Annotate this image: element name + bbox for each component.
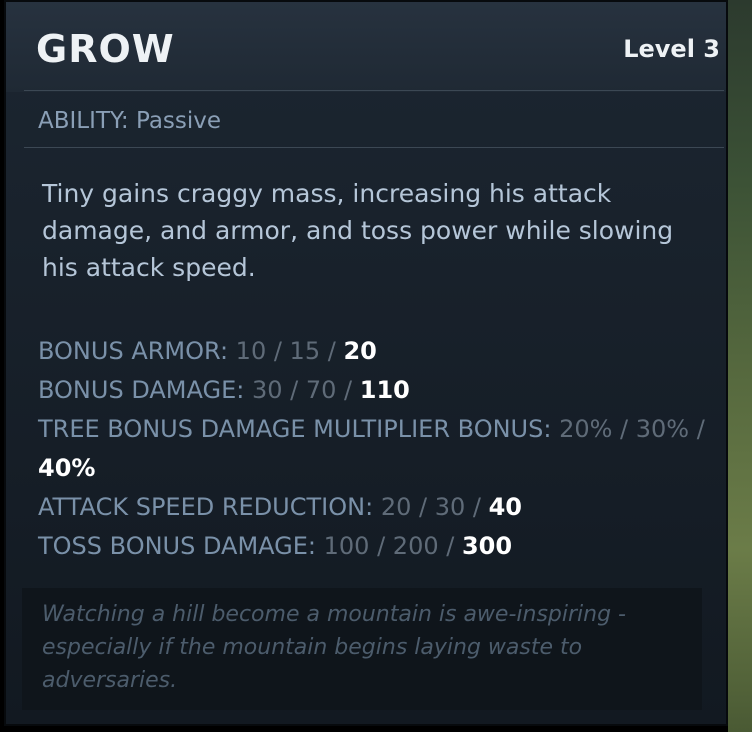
stat-label: BONUS ARMOR: <box>38 337 229 365</box>
stat-row-tree-bonus-damage-multiplier: TREE BONUS DAMAGE MULTIPLIER BONUS: 20% … <box>38 410 728 488</box>
header-divider <box>24 90 724 91</box>
stat-current-value: 40 <box>488 493 522 521</box>
stat-values: 10 / 15 / <box>235 337 336 365</box>
stat-row-bonus-armor: BONUS ARMOR: 10 / 15 / 20 <box>38 332 728 371</box>
lore-text: Watching a hill become a mountain is awe… <box>42 602 626 693</box>
stat-row-attack-speed-reduction: ATTACK SPEED REDUCTION: 20 / 30 / 40 <box>38 488 728 527</box>
type-divider <box>24 147 724 148</box>
stat-values: 100 / 200 / <box>323 532 455 560</box>
stat-values: 20 / 30 / <box>380 493 481 521</box>
stat-label: TOSS BONUS DAMAGE: <box>38 532 316 560</box>
stat-current-value: 300 <box>461 532 513 560</box>
ability-description: Tiny gains craggy mass, increasing his a… <box>42 179 674 282</box>
stat-current-value: 20 <box>343 337 377 365</box>
stat-values: 20% / 30% / <box>559 415 705 443</box>
ability-tooltip: GROW Level 3 ABILITY: Passive Tiny gains… <box>4 0 728 726</box>
stat-values: 30 / 70 / <box>251 376 353 404</box>
stat-current-value: 110 <box>359 376 410 404</box>
ability-name: GROW <box>36 27 175 71</box>
stat-label: BONUS DAMAGE: <box>38 376 245 404</box>
game-background <box>728 0 752 732</box>
stat-row-toss-bonus-damage: TOSS BONUS DAMAGE: 100 / 200 / 300 <box>38 527 728 566</box>
lore-box: Watching a hill become a mountain is awe… <box>22 588 702 710</box>
ability-type: ABILITY: Passive <box>38 108 222 134</box>
stat-row-bonus-damage: BONUS DAMAGE: 30 / 70 / 110 <box>38 371 728 410</box>
stats-list: BONUS ARMOR: 10 / 15 / 20 BONUS DAMAGE: … <box>38 332 728 566</box>
stat-label: ATTACK SPEED REDUCTION: <box>38 493 374 521</box>
stat-label: TREE BONUS DAMAGE MULTIPLIER BONUS: <box>38 415 552 443</box>
stat-current-value: 40% <box>38 454 96 482</box>
ability-level: Level 3 <box>623 35 720 63</box>
tooltip-header: GROW Level 3 <box>6 2 726 92</box>
